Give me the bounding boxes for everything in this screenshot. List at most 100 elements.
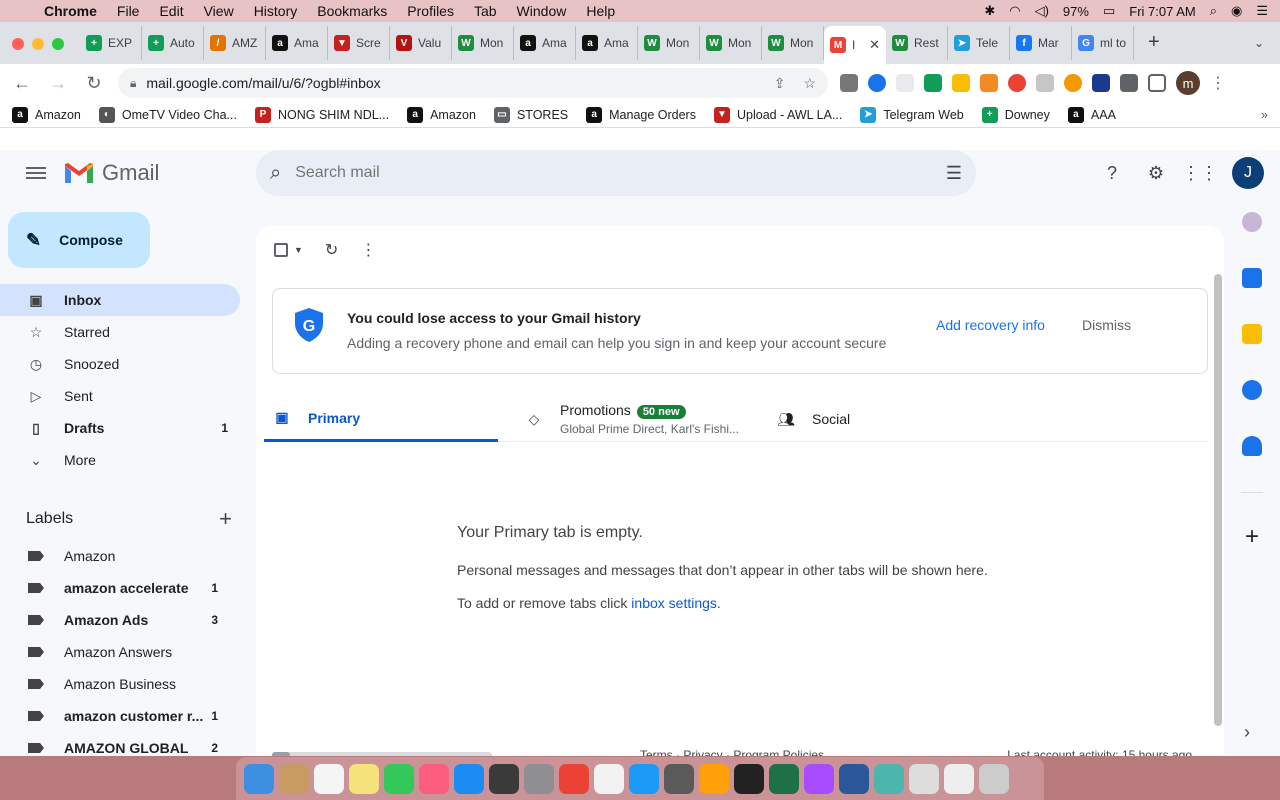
menu-history[interactable]: History	[254, 3, 298, 19]
dock-app-icon[interactable]	[594, 763, 624, 794]
extension-rs-icon[interactable]	[924, 74, 942, 92]
dock-app-icon[interactable]	[909, 763, 939, 794]
search-bar[interactable]: ⌕ ☰	[256, 150, 976, 196]
browser-tab[interactable]: a Ama	[266, 26, 328, 60]
menu-window[interactable]: Window	[517, 3, 567, 19]
bookmark-item[interactable]: ▼ Upload - AWL LA...	[713, 106, 842, 123]
extension-f-icon[interactable]	[1092, 74, 1110, 92]
dock-app-icon[interactable]	[699, 763, 729, 794]
wifi-icon[interactable]: ◠	[1009, 3, 1020, 19]
dock-app-icon[interactable]	[804, 763, 834, 794]
extension-glasses-icon[interactable]	[1036, 74, 1054, 92]
zoom-window-button[interactable]	[52, 38, 64, 50]
browser-tab[interactable]: ➤ Tele	[948, 26, 1010, 60]
bookmark-item[interactable]: + Downey	[981, 106, 1050, 123]
tab-primary[interactable]: ▣ Primary	[264, 396, 498, 442]
compose-button[interactable]: ✎ Compose	[8, 212, 150, 268]
sidebar-item-starred[interactable]: ☆ Starred	[0, 316, 240, 348]
browser-tab[interactable]: a Ama	[514, 26, 576, 60]
dock-app-icon[interactable]	[489, 763, 519, 794]
label-item[interactable]: Amazon Business	[0, 668, 240, 700]
settings-gear-icon[interactable]: ⚙	[1144, 161, 1168, 185]
dock-app-icon[interactable]	[384, 763, 414, 794]
dock-app-icon[interactable]	[244, 763, 274, 794]
lock-icon[interactable]: 🔒︎	[130, 76, 136, 91]
dock-app-icon[interactable]	[839, 763, 869, 794]
menu-tab[interactable]: Tab	[474, 3, 497, 19]
side-addon-icon[interactable]	[1242, 212, 1262, 232]
volume-icon[interactable]: ◁)	[1035, 3, 1049, 19]
dock-app-icon[interactable]	[419, 763, 449, 794]
side-panel-icon[interactable]	[1148, 74, 1166, 92]
browser-tab[interactable]: + EXP	[80, 26, 142, 60]
search-icon[interactable]: ⌕	[270, 162, 281, 185]
horizontal-scrollbar[interactable]	[272, 752, 492, 756]
battery-percent[interactable]: 97%	[1063, 4, 1089, 19]
contacts-icon[interactable]	[1242, 436, 1262, 456]
gmail-logo[interactable]: Gmail	[64, 160, 159, 186]
browser-tab[interactable]: W Mon	[700, 26, 762, 60]
browser-tab[interactable]: M I ✕	[824, 26, 886, 64]
bookmark-item[interactable]: ▭ STORES	[493, 106, 568, 123]
dock-app-icon[interactable]	[664, 763, 694, 794]
bookmark-star-icon[interactable]: ☆	[803, 75, 816, 92]
browser-tab[interactable]: a Ama	[576, 26, 638, 60]
extension-js-icon[interactable]	[980, 74, 998, 92]
extension-star-icon[interactable]	[952, 74, 970, 92]
bookmarks-overflow-icon[interactable]: »	[1261, 108, 1268, 122]
get-addons-plus-icon[interactable]: +	[1234, 523, 1270, 551]
spotlight-search-icon[interactable]: ⌕	[1210, 3, 1217, 19]
dock-app-icon[interactable]	[314, 763, 344, 794]
forward-button[interactable]: →	[46, 73, 70, 94]
menu-help[interactable]: Help	[586, 3, 615, 19]
apps-grid-icon[interactable]: ⋮⋮	[1182, 161, 1218, 185]
dock-app-icon[interactable]	[769, 763, 799, 794]
extensions-puzzle-icon[interactable]	[1120, 74, 1138, 92]
dock-app-icon[interactable]	[944, 763, 974, 794]
share-icon[interactable]: ⇪	[774, 75, 786, 92]
extension-blue-icon[interactable]	[868, 74, 886, 92]
siri-icon[interactable]: ◉	[1231, 3, 1242, 19]
browser-tab[interactable]: f Mar	[1010, 26, 1072, 60]
extension-fire-icon[interactable]	[1008, 74, 1026, 92]
new-tab-button[interactable]: +	[1148, 31, 1160, 54]
menu-view[interactable]: View	[204, 3, 234, 19]
menu-app-name[interactable]: Chrome	[44, 3, 97, 19]
dock-app-icon[interactable]	[279, 763, 309, 794]
label-item[interactable]: Amazon	[0, 540, 240, 572]
bookmark-item[interactable]: a Manage Orders	[586, 106, 696, 123]
battery-icon[interactable]: ▭	[1103, 3, 1115, 19]
control-center-icon[interactable]: ☰	[1256, 3, 1268, 19]
tab-search-chevron-icon[interactable]: ⌄	[1254, 36, 1264, 50]
bookmark-item[interactable]: ➤ Telegram Web	[860, 106, 964, 123]
sidebar-item-drafts[interactable]: ▯ Drafts 1	[0, 412, 240, 444]
calendar-icon[interactable]	[1242, 268, 1262, 288]
dock-app-icon[interactable]	[874, 763, 904, 794]
select-checkbox-dropdown[interactable]: ▼	[274, 243, 303, 257]
dock-app-icon[interactable]	[979, 763, 1009, 794]
footer-links[interactable]: Terms · Privacy · Program Policies	[640, 748, 824, 756]
add-recovery-info-button[interactable]: Add recovery info	[936, 317, 1045, 333]
search-input[interactable]	[295, 164, 946, 182]
help-icon[interactable]: ?	[1100, 161, 1124, 185]
bookmark-item[interactable]: a Amazon	[407, 106, 476, 123]
create-label-plus-icon[interactable]: +	[219, 506, 232, 532]
dock-app-icon[interactable]	[349, 763, 379, 794]
inbox-settings-link[interactable]: inbox settings	[631, 595, 717, 611]
vertical-scrollbar[interactable]	[1214, 274, 1222, 726]
dock-app-icon[interactable]	[629, 763, 659, 794]
reload-button[interactable]: ↻	[82, 73, 106, 94]
bookmark-item[interactable]: P NONG SHIM NDL...	[254, 106, 389, 123]
dismiss-button[interactable]: Dismiss	[1082, 317, 1131, 333]
show-side-panel-chevron-icon[interactable]: ›	[1244, 722, 1250, 743]
keep-icon[interactable]	[1242, 324, 1262, 344]
close-window-button[interactable]	[12, 38, 24, 50]
dock-app-icon[interactable]	[454, 763, 484, 794]
main-menu-icon[interactable]	[26, 164, 46, 184]
browser-tab[interactable]: W Rest	[886, 26, 948, 60]
sidebar-item-inbox[interactable]: ▣ Inbox	[0, 284, 240, 316]
caret-down-icon[interactable]: ▼	[294, 245, 303, 255]
more-vertical-icon[interactable]: ⋮	[360, 240, 376, 260]
tab-social[interactable]: 👥︎ Social	[777, 396, 978, 442]
label-item[interactable]: AMAZON GLOBAL 2	[0, 732, 240, 756]
